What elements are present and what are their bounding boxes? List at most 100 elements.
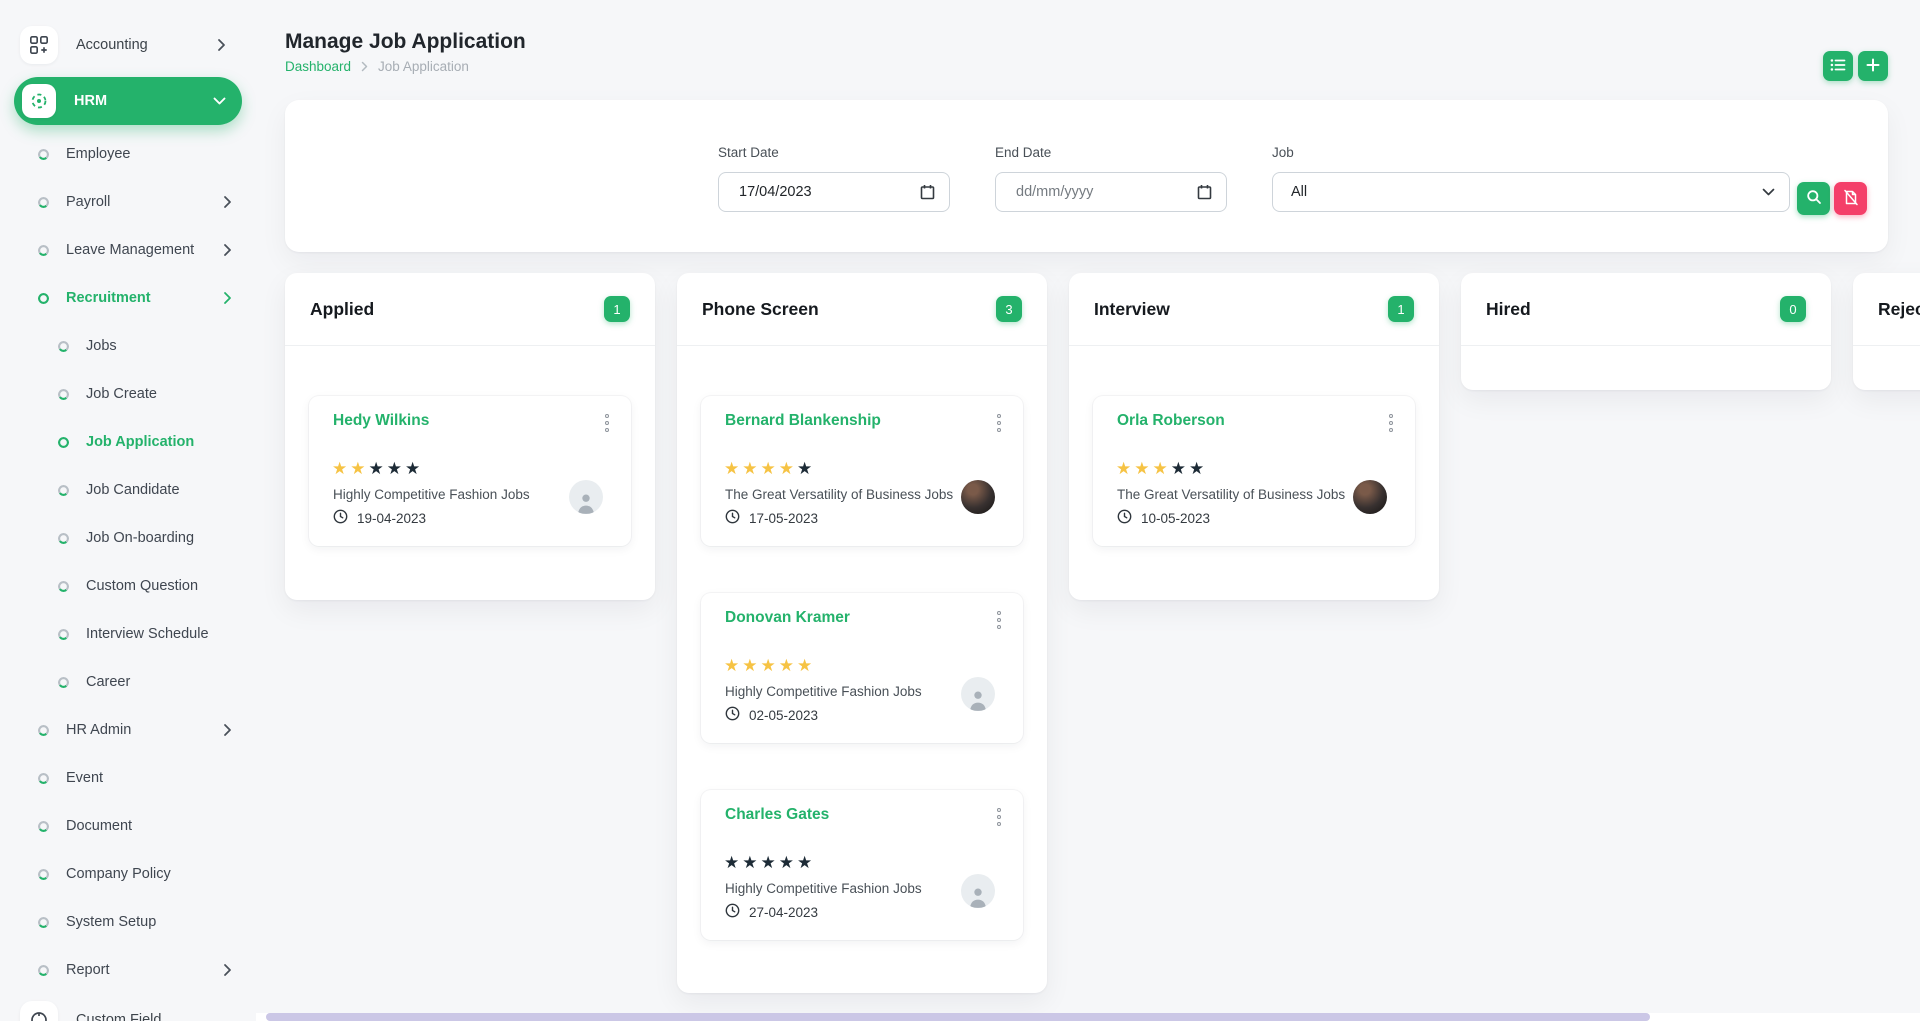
sidebar-item-label: HR Admin [66,722,131,738]
kebab-menu-icon[interactable] [601,410,613,436]
applicant-card[interactable]: Donovan Kramer ★★★★★ Highly Competitive … [701,593,1023,743]
sidebar-item-label: Custom Question [86,578,198,594]
bullet-ring-icon [38,773,49,784]
star-dark-icon: ★ [779,853,797,872]
sidebar-item-custom-question[interactable]: Custom Question [0,562,256,610]
bullet-ring-icon [58,341,69,352]
horizontal-scrollbar [256,1013,1920,1021]
sidebar-item-report[interactable]: Report [0,946,256,994]
kebab-menu-icon[interactable] [993,410,1005,436]
sidebar-item-hr-admin[interactable]: HR Admin [0,706,256,754]
applicant-name-link[interactable]: Donovan Kramer [725,609,850,627]
sidebar-item-label: Job Candidate [86,482,180,498]
sidebar-item-job-candidate[interactable]: Job Candidate [0,466,256,514]
column-count-badge: 0 [1780,296,1806,322]
sidebar-item-recruitment[interactable]: Recruitment [0,274,256,322]
sidebar-item-label: Employee [66,146,130,162]
sidebar-item-interview-schedule[interactable]: Interview Schedule [0,610,256,658]
sidebar-item-career[interactable]: Career [0,658,256,706]
kebab-menu-icon[interactable] [993,804,1005,830]
column-count-badge: 1 [1388,296,1414,322]
column-body: Orla Roberson ★★★★★ The Great Versatilit… [1069,346,1439,546]
bullet-ring-icon [58,389,69,400]
sidebar-item-employee[interactable]: Employee [0,130,256,178]
end-date-placeholder: dd/mm/yyyy [1016,184,1093,200]
add-application-button[interactable] [1858,51,1888,81]
sidebar-item-hrm[interactable]: HRM [14,77,242,125]
start-date-input[interactable]: 17/04/2023 [718,172,950,212]
column-body: Hedy Wilkins ★★★★★ Highly Competitive Fa… [285,346,655,546]
bullet-ring-icon [38,197,49,208]
chevron-down-icon [213,97,226,106]
applied-date: 19-04-2023 [333,509,426,527]
calendar-icon[interactable] [920,184,935,200]
filter-card: Start Date 17/04/2023 End Date dd/mm/yyy… [285,100,1888,252]
sidebar-item-custom-field[interactable]: Custom Field [14,996,242,1021]
horizontal-scrollbar-thumb[interactable] [266,1013,1650,1021]
applied-date-text: 27-04-2023 [749,905,818,920]
sidebar-item-label: Job Application [86,434,194,450]
applicant-card[interactable]: Hedy Wilkins ★★★★★ Highly Competitive Fa… [309,396,631,546]
sidebar-item-event[interactable]: Event [0,754,256,802]
sidebar-item-system-setup[interactable]: System Setup [0,898,256,946]
applicant-name-link[interactable]: Hedy Wilkins [333,412,429,430]
sidebar-item-label: HRM [74,93,107,109]
reset-filter-button[interactable] [1834,182,1867,215]
star-filled-icon: ★ [1134,459,1152,478]
plus-icon [1866,58,1880,75]
list-view-button[interactable] [1823,51,1853,81]
applicant-card[interactable]: Bernard Blankenship ★★★★★ The Great Vers… [701,396,1023,546]
bullet-ring-icon [58,677,69,688]
star-dark-icon: ★ [724,853,742,872]
applied-date: 10-05-2023 [1117,509,1210,527]
avatar [569,480,603,514]
sidebar-item-payroll[interactable]: Payroll [0,178,256,226]
breadcrumb: Dashboard Job Application [285,59,469,74]
star-filled-icon: ★ [761,459,779,478]
bullet-ring-icon [38,293,49,304]
job-select[interactable]: All [1272,172,1790,212]
applicant-name-link[interactable]: Bernard Blankenship [725,412,881,430]
kebab-menu-icon[interactable] [1385,410,1397,436]
applicant-card[interactable]: Orla Roberson ★★★★★ The Great Versatilit… [1093,396,1415,546]
sidebar-item-label: Recruitment [66,290,151,306]
chevron-right-icon [223,723,232,737]
star-dark-icon: ★ [405,459,423,478]
sidebar-item-job-create[interactable]: Job Create [0,370,256,418]
sidebar-item-company-policy[interactable]: Company Policy [0,850,256,898]
hrm-icon [22,84,56,118]
breadcrumb-dashboard-link[interactable]: Dashboard [285,59,351,74]
list-icon [1830,58,1846,75]
sidebar-item-jobs[interactable]: Jobs [0,322,256,370]
sidebar-item-label: System Setup [66,914,156,930]
sidebar-item-document[interactable]: Document [0,802,256,850]
end-date-input[interactable]: dd/mm/yyyy [995,172,1227,212]
column-header: Applied 1 [285,273,655,346]
job-title-text: The Great Versatility of Business Jobs [725,487,953,502]
job-select-value: All [1291,184,1307,200]
sidebar-item-label: Career [86,674,130,690]
bullet-ring-icon [58,581,69,592]
sidebar-item-accounting[interactable]: Accounting [14,21,242,69]
avatar [961,480,995,514]
sidebar-item-job-application[interactable]: Job Application [0,418,256,466]
page-title: Manage Job Application [285,30,526,54]
search-button[interactable] [1797,182,1830,215]
sidebar-item-job-on-boarding[interactable]: Job On-boarding [0,514,256,562]
kebab-menu-icon[interactable] [993,607,1005,633]
sidebar-item-label: Interview Schedule [86,626,209,642]
bullet-ring-icon [38,917,49,928]
applied-date-text: 17-05-2023 [749,511,818,526]
clock-icon [725,903,740,921]
custom-field-icon [20,1001,58,1021]
bullet-ring-icon [38,149,49,160]
calendar-icon[interactable] [1197,184,1212,200]
star-filled-icon: ★ [724,459,742,478]
applicant-name-link[interactable]: Orla Roberson [1117,412,1225,430]
applicant-card[interactable]: Charles Gates ★★★★★ Highly Competitive F… [701,790,1023,940]
applicant-name-link[interactable]: Charles Gates [725,806,829,824]
applied-date-text: 10-05-2023 [1141,511,1210,526]
column-count-badge: 1 [604,296,630,322]
applied-date: 27-04-2023 [725,903,818,921]
sidebar-item-leave-management[interactable]: Leave Management [0,226,256,274]
